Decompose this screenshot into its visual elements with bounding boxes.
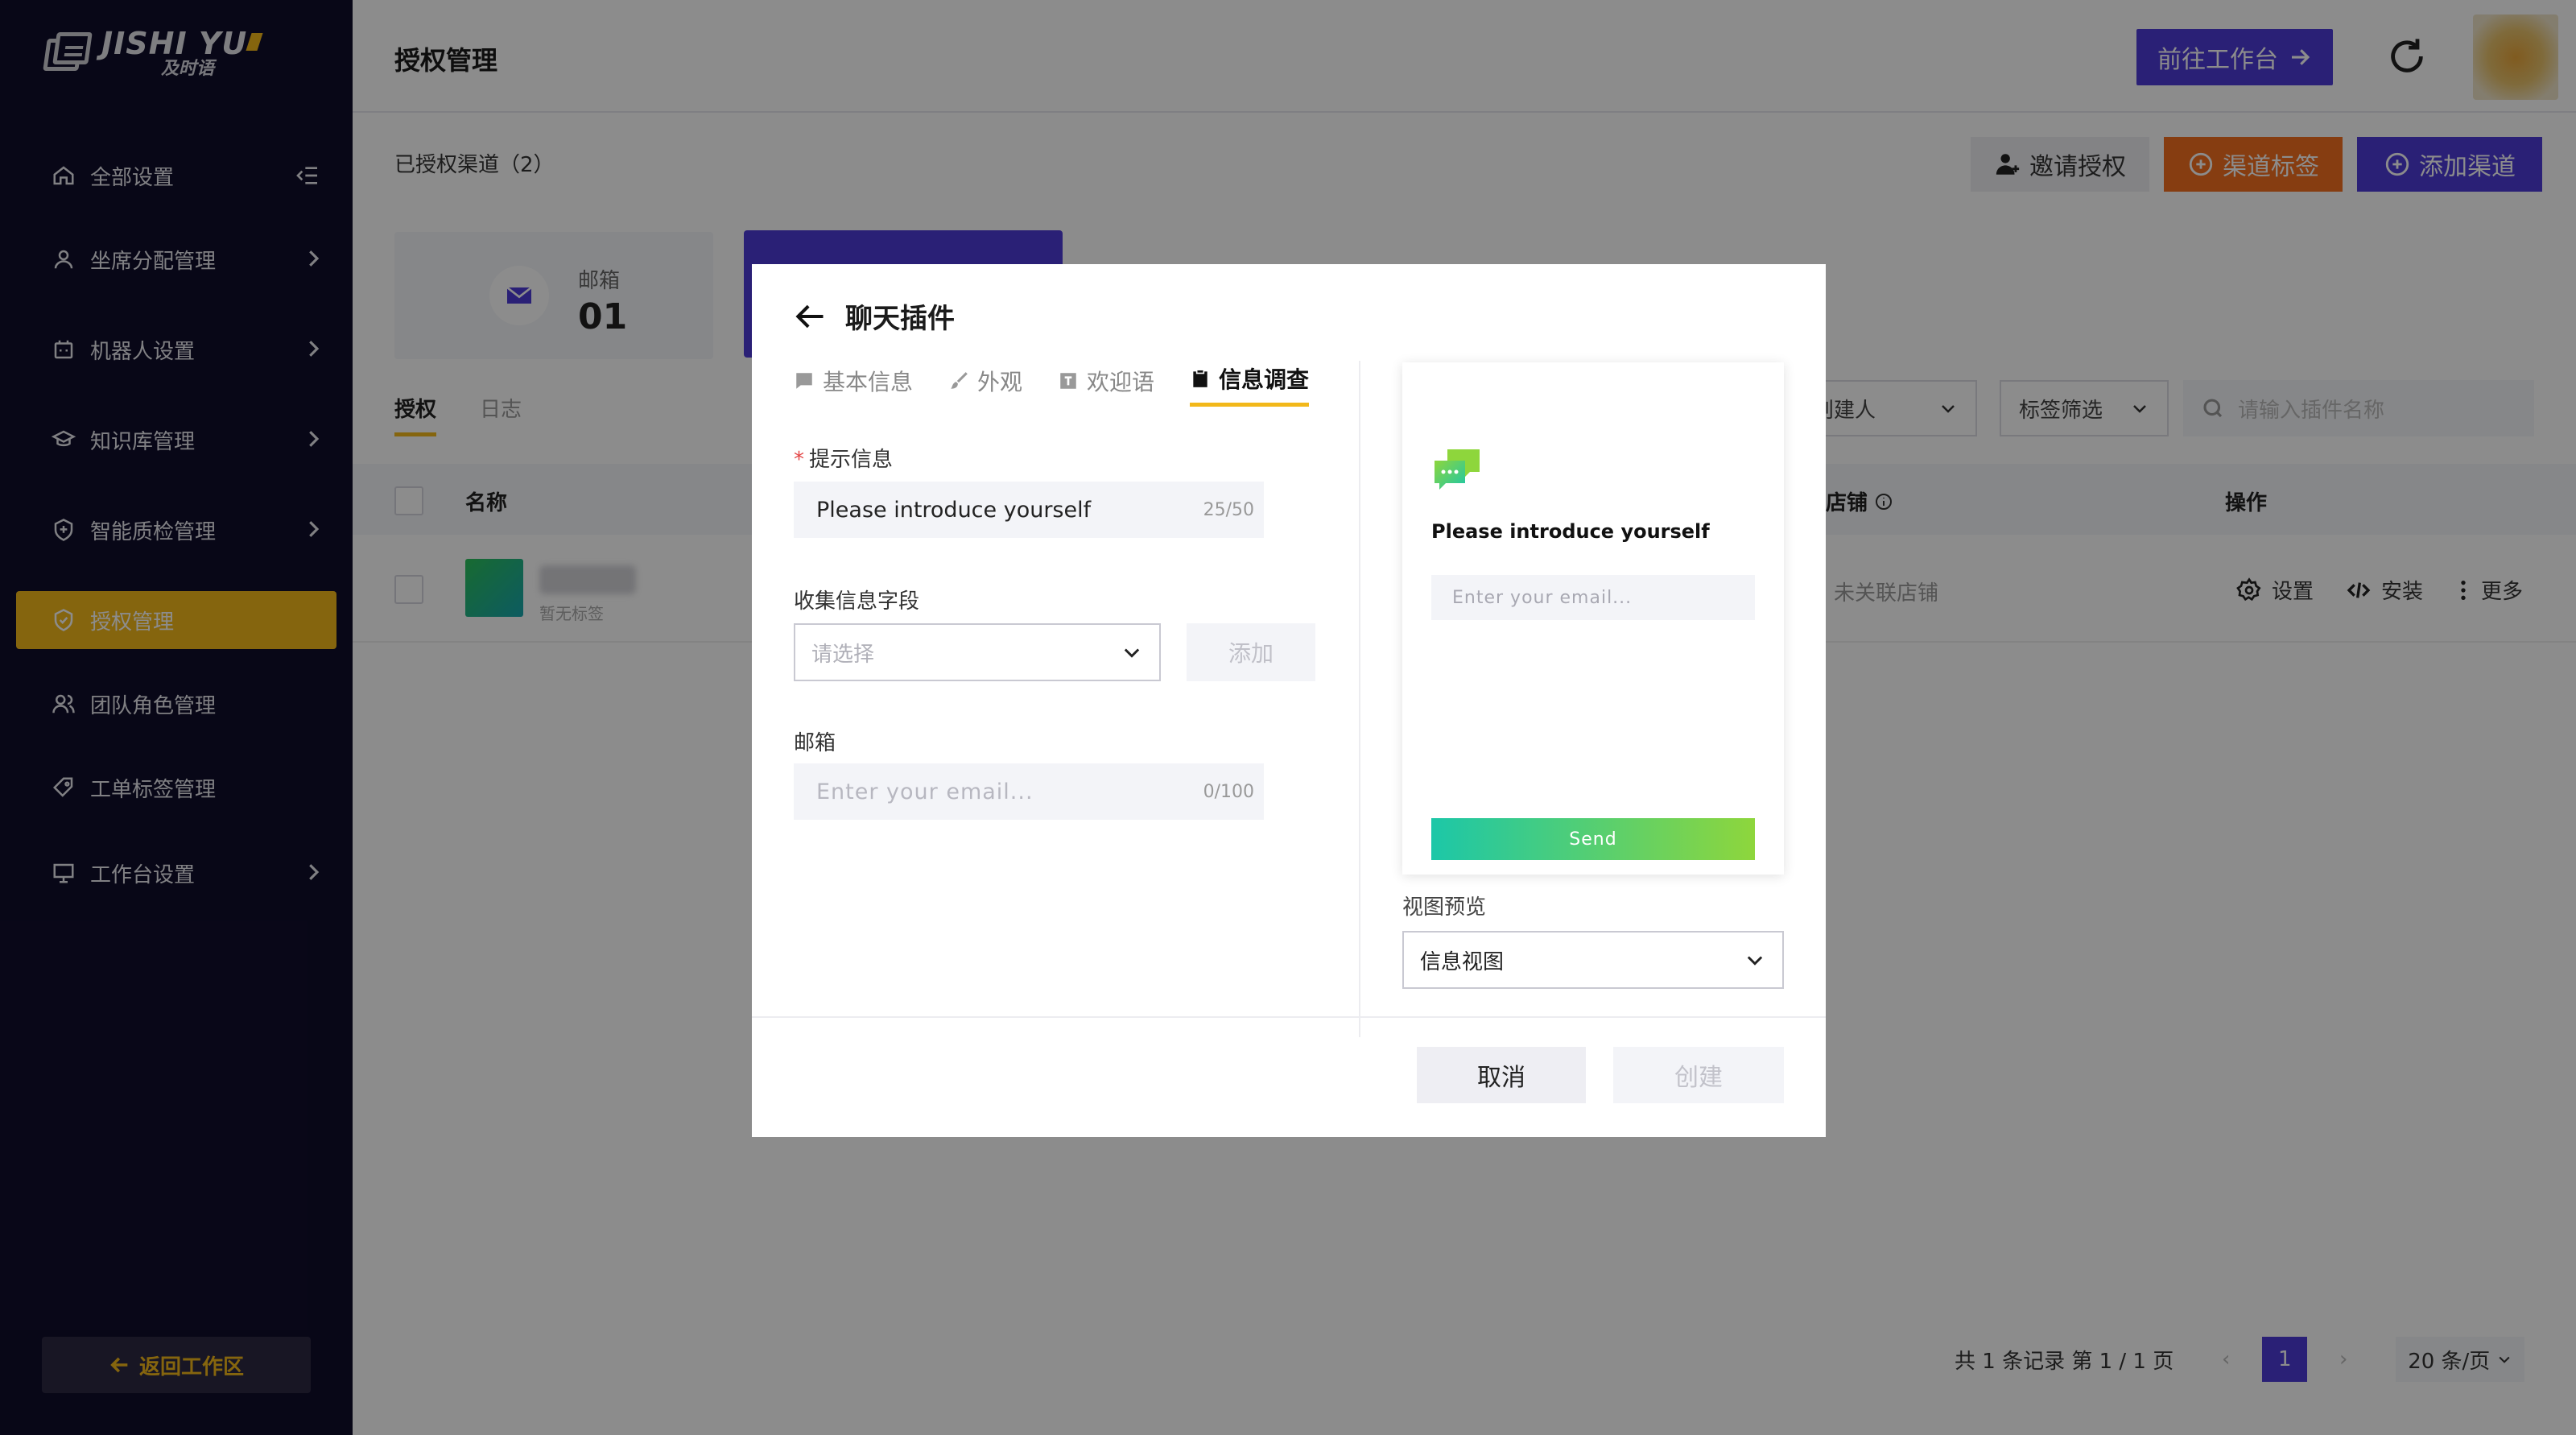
tab-appearance[interactable]: 外观 bbox=[948, 362, 1022, 407]
chevron-down-icon bbox=[1124, 648, 1140, 658]
chat-bubbles-icon bbox=[1435, 449, 1480, 490]
chat-plugin-modal: 聊天插件 基本信息 外观 欢迎语 信息调查 * 提示信息 Please intro… bbox=[752, 264, 1826, 1137]
modal-title: 聊天插件 bbox=[845, 303, 955, 335]
view-preview-label: 视图预览 bbox=[1402, 895, 1487, 920]
create-button[interactable]: 创建 bbox=[1613, 1047, 1784, 1103]
tab-basic-info[interactable]: 基本信息 bbox=[794, 362, 913, 407]
collect-field-label: 收集信息字段 bbox=[794, 589, 920, 614]
preview-email-input: Enter your email... bbox=[1431, 575, 1755, 620]
clipboard-icon bbox=[1193, 369, 1208, 387]
modal-tabs: 基本信息 外观 欢迎语 信息调查 bbox=[794, 362, 1310, 407]
required-marker: * bbox=[794, 448, 804, 472]
tab-label: 欢迎语 bbox=[1087, 368, 1155, 395]
widget-preview: Please introduce yourself Enter your ema… bbox=[1402, 362, 1784, 875]
view-select-value: 信息视图 bbox=[1420, 949, 1505, 974]
email-field[interactable]: Enter your email... 0/100 bbox=[794, 763, 1264, 820]
text-box-icon bbox=[1060, 372, 1076, 389]
view-preview-select[interactable]: 信息视图 bbox=[1402, 931, 1784, 989]
tab-label: 信息调查 bbox=[1219, 366, 1310, 393]
prompt-counter: 25/50 bbox=[1203, 499, 1254, 520]
chevron-down-icon bbox=[1747, 956, 1763, 966]
email-placeholder: Enter your email... bbox=[816, 779, 1034, 804]
prompt-label: * 提示信息 bbox=[794, 448, 894, 472]
tab-label: 外观 bbox=[977, 368, 1023, 395]
cancel-button[interactable]: 取消 bbox=[1417, 1047, 1586, 1103]
prompt-input[interactable]: Please introduce yourself 25/50 bbox=[794, 482, 1264, 538]
back-arrow-icon[interactable] bbox=[792, 299, 828, 334]
collect-field-select[interactable]: 请选择 bbox=[794, 623, 1161, 681]
tab-label: 基本信息 bbox=[823, 368, 914, 395]
preview-send-button: Send bbox=[1431, 818, 1755, 860]
tab-info-survey[interactable]: 信息调查 bbox=[1190, 362, 1310, 407]
vertical-divider bbox=[1359, 361, 1360, 1037]
add-field-button[interactable]: 添加 bbox=[1187, 623, 1315, 681]
preview-title: Please introduce yourself bbox=[1431, 520, 1710, 543]
message-square-icon bbox=[796, 372, 812, 389]
email-field-label: 邮箱 bbox=[794, 731, 836, 755]
prompt-value: Please introduce yourself bbox=[816, 497, 1092, 523]
collect-placeholder: 请选择 bbox=[811, 642, 875, 667]
brush-icon bbox=[951, 371, 968, 389]
modal-header: 聊天插件 bbox=[792, 296, 955, 336]
footer-divider bbox=[752, 1016, 1826, 1018]
tab-welcome[interactable]: 欢迎语 bbox=[1058, 362, 1154, 407]
email-counter: 0/100 bbox=[1203, 781, 1254, 802]
